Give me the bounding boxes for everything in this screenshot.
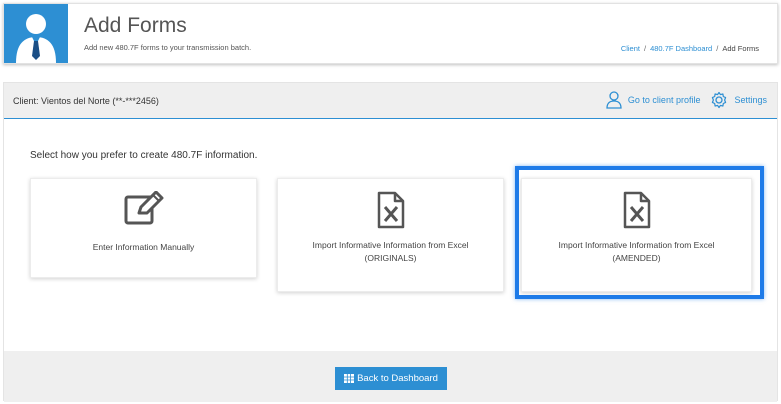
table-grid-icon <box>344 374 355 383</box>
option-label: Import Informative Information from Exce… <box>532 239 741 265</box>
excel-file-icon <box>376 191 406 234</box>
option-import-excel-amended[interactable]: Import Informative Information from Exce… <box>521 178 752 292</box>
option-label-line1: Enter Information Manually <box>92 242 195 252</box>
gear-icon <box>712 91 727 109</box>
breadcrumb-separator: / <box>716 44 719 53</box>
footer-bar: Back to Dashboard <box>4 351 777 402</box>
client-label: Client: Vientos del Norte (**-***2456) <box>13 96 159 106</box>
option-label-line1: Import Informative Information from Exce… <box>312 240 469 250</box>
breadcrumb-dashboard[interactable]: 480.7F Dashboard <box>650 44 712 53</box>
back-button-label: Back to Dashboard <box>357 373 438 384</box>
edit-icon <box>123 190 165 232</box>
breadcrumb-separator: / <box>644 44 647 53</box>
page-title: Add Forms <box>84 14 187 37</box>
selection-prompt: Select how you prefer to create 480.7F i… <box>30 150 258 161</box>
page-subtitle: Add new 480.7F forms to your transmissio… <box>84 43 252 52</box>
client-actions: Go to client profile Settings <box>596 91 767 109</box>
option-label-line2: (AMENDED) <box>612 253 661 263</box>
settings-link[interactable]: Settings <box>710 91 767 109</box>
option-label: Import Informative Information from Exce… <box>288 239 493 265</box>
user-outline-icon <box>606 91 622 109</box>
user-avatar <box>4 4 68 63</box>
breadcrumb-client[interactable]: Client <box>621 44 640 53</box>
excel-file-icon <box>622 191 652 234</box>
breadcrumb: Client/480.7F Dashboard / Add Forms <box>621 44 759 53</box>
go-to-client-profile-link[interactable]: Go to client profile <box>606 91 701 109</box>
option-label-line1: Import Informative Information from Exce… <box>558 240 715 250</box>
option-enter-manually[interactable]: Enter Information Manually <box>30 178 257 278</box>
main-panel: Client: Vientos del Norte (**-***2456) G… <box>3 82 778 402</box>
option-label: Enter Information Manually <box>41 241 246 254</box>
user-silhouette-icon <box>16 14 56 63</box>
settings-link-label: Settings <box>734 95 767 105</box>
option-import-excel-originals[interactable]: Import Informative Information from Exce… <box>277 178 504 292</box>
client-bar: Client: Vientos del Norte (**-***2456) G… <box>4 83 777 119</box>
option-label-line2: (ORIGINALS) <box>364 253 417 263</box>
profile-link-label: Go to client profile <box>627 95 701 105</box>
back-to-dashboard-button[interactable]: Back to Dashboard <box>335 367 447 390</box>
breadcrumb-current: Add Forms <box>722 44 759 53</box>
page-header: Add Forms Add new 480.7F forms to your t… <box>3 3 778 64</box>
